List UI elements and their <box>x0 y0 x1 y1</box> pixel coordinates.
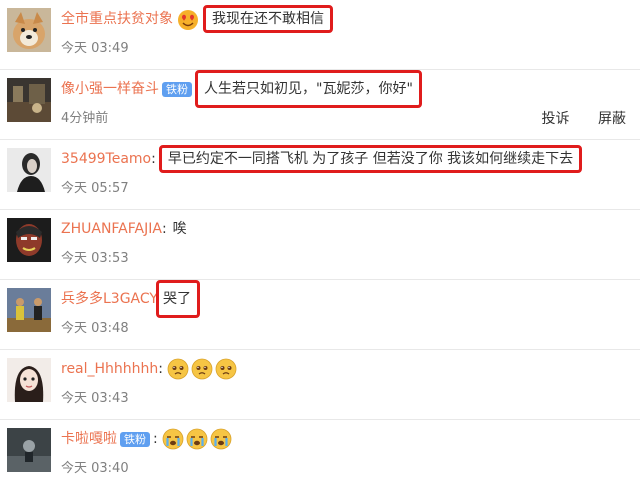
comment-row: 全市重点扶贫对象 我现在还不敢相信 今天 03:49 <box>0 0 640 70</box>
emoji-group <box>167 358 239 380</box>
avatar[interactable] <box>7 8 51 52</box>
comment-row: ZHUANFAFAJIA : 唉 今天 03:53 <box>0 210 640 280</box>
username-link[interactable]: 全市重点扶贫对象 <box>61 9 173 29</box>
block-button[interactable]: 屏蔽 <box>598 111 626 127</box>
emoji-group <box>162 428 234 450</box>
comment-time: 今天 03:49 <box>61 41 129 56</box>
comment-time: 4分钟前 <box>61 111 109 126</box>
comment-time: 今天 03:48 <box>61 321 129 336</box>
comment-text: 早已约定不一同搭飞机 为了孩子 但若没了你 我该如何继续走下去 <box>158 145 583 173</box>
username-link[interactable]: 卡啦嘎啦 <box>61 429 117 449</box>
comment-text: 我现在还不敢相信 <box>203 5 333 33</box>
comment-time: 今天 03:53 <box>61 251 129 266</box>
comment-row: 兵多多L3GACY 哭了 今天 03:48 <box>0 280 640 350</box>
sad-face-emoji-icon <box>167 358 189 380</box>
comment-row: 35499Teamo : 早已约定不一同搭飞机 为了孩子 但若没了你 我该如何继… <box>0 140 640 210</box>
fan-badge: 铁粉 <box>162 81 192 97</box>
comment-text: 哭了 <box>155 280 200 318</box>
comment-time: 今天 03:40 <box>61 461 129 476</box>
comment-text: 人生若只如初见，"瓦妮莎，你好" <box>195 70 422 108</box>
comment-text: 唉 <box>172 221 187 237</box>
comment-time: 今天 03:43 <box>61 391 129 406</box>
comment-time: 今天 05:57 <box>61 181 129 196</box>
username-link[interactable]: 35499Teamo <box>61 149 151 169</box>
crying-face-emoji-icon <box>162 428 184 450</box>
username-link[interactable]: 像小强一样奋斗 <box>61 79 159 99</box>
comment-row: 卡啦嘎啦 铁粉 : 今天 03:40 <box>0 420 640 489</box>
comment-row: real_Hhhhhhh : 今天 03:43 <box>0 350 640 420</box>
username-link[interactable]: 兵多多L3GACY <box>61 289 158 309</box>
fan-badge: 铁粉 <box>120 431 150 447</box>
username-link[interactable]: real_Hhhhhhh <box>61 359 158 379</box>
crying-face-emoji-icon <box>186 428 208 450</box>
avatar[interactable] <box>7 78 51 122</box>
sad-face-emoji-icon <box>215 358 237 380</box>
sad-face-emoji-icon <box>191 358 213 380</box>
report-button[interactable]: 投诉 <box>542 111 570 127</box>
avatar[interactable] <box>7 148 51 192</box>
crying-face-emoji-icon <box>210 428 232 450</box>
avatar[interactable] <box>7 218 51 262</box>
avatar[interactable] <box>7 428 51 472</box>
comment-row: 像小强一样奋斗 铁粉 人生若只如初见，"瓦妮莎，你好" 4分钟前 投诉 屏蔽 <box>0 70 640 140</box>
username-link[interactable]: ZHUANFAFAJIA <box>61 219 162 239</box>
heart-eyes-emoji-icon <box>177 9 198 30</box>
avatar[interactable] <box>7 288 51 332</box>
avatar[interactable] <box>7 358 51 402</box>
